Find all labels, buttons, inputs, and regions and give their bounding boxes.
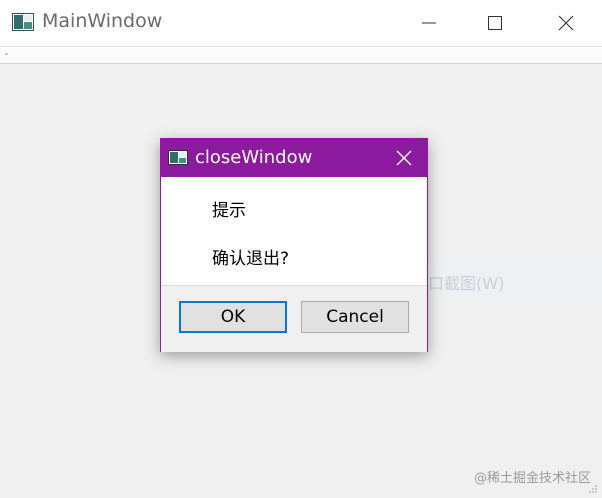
app-icon <box>12 13 34 31</box>
dialog-body: 提示 确认退出? <box>161 177 427 285</box>
minimize-button[interactable] <box>406 0 452 46</box>
message-title: 提示 <box>212 201 246 221</box>
size-grip-icon[interactable] <box>588 484 598 494</box>
dialog-close-button[interactable] <box>389 143 419 173</box>
window-title: MainWindow <box>42 10 163 32</box>
dialog-close-icon <box>396 150 412 166</box>
dialog-footer: OK Cancel <box>161 285 427 352</box>
toolbar-grip-icon[interactable] <box>5 51 8 57</box>
dialog-app-icon <box>168 150 188 165</box>
close-dialog: closeWindow 提示 确认退出? OK Cancel <box>160 138 428 352</box>
close-button[interactable] <box>543 0 589 46</box>
dialog-title-bar: closeWindow <box>161 139 427 177</box>
maximize-button[interactable] <box>472 0 518 46</box>
close-icon <box>558 15 574 31</box>
toolbar-strip <box>0 47 602 64</box>
cancel-button[interactable]: Cancel <box>301 301 409 333</box>
maximize-icon <box>488 16 502 30</box>
minimize-icon <box>422 22 436 24</box>
ok-button[interactable]: OK <box>179 301 287 333</box>
dialog-title: closeWindow <box>195 147 313 168</box>
message-body: 确认退出? <box>212 249 290 269</box>
watermark: @稀土掘金技术社区 <box>474 471 592 486</box>
title-bar: MainWindow <box>0 0 602 47</box>
